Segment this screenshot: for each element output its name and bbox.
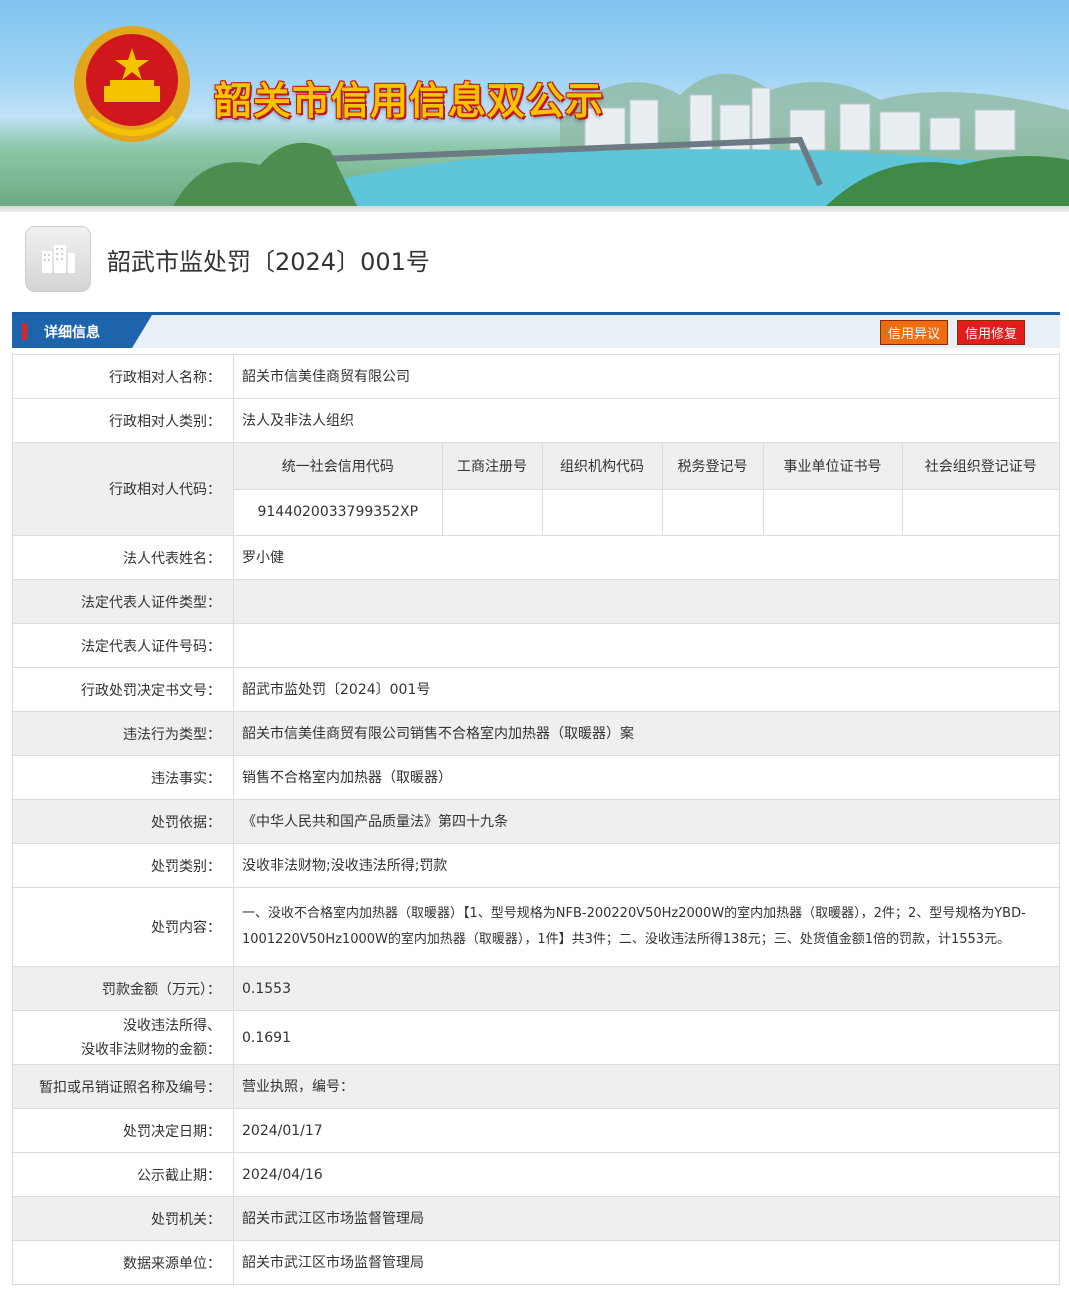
table-row: 公示截止期： 2024/04/16: [12, 1152, 1060, 1197]
row-label: 法人代表姓名：: [12, 535, 234, 580]
credit-dispute-button[interactable]: 信用异议: [880, 320, 949, 345]
row-label-line: 没收非法财物的金额：: [81, 1041, 221, 1058]
row-label: 行政相对人名称：: [12, 354, 234, 399]
row-label: 处罚机关：: [12, 1196, 234, 1241]
code-header: 工商注册号: [441, 443, 543, 490]
row-value: 罗小健: [233, 535, 1060, 580]
table-row: 法定代表人证件类型：: [12, 579, 1060, 624]
code-header: 事业单位证书号: [762, 443, 903, 490]
row-label: 暂扣或吊销证照名称及编号：: [12, 1064, 234, 1109]
row-label: 处罚决定日期：: [12, 1108, 234, 1153]
document-header: 韶武市监处罚〔2024〕001号: [25, 225, 430, 293]
row-label: 罚款金额（万元）：: [12, 966, 234, 1011]
row-value: 《中华人民共和国产品质量法》第四十九条: [233, 799, 1060, 844]
row-label: 行政相对人类别：: [12, 398, 234, 443]
row-value: 0.1691: [233, 1010, 1060, 1065]
table-row: 处罚决定日期： 2024/01/17: [12, 1108, 1060, 1153]
site-banner: 韶关市信用信息双公示: [0, 0, 1069, 212]
code-header: 税务登记号: [661, 443, 764, 490]
subject-code-table: 统一社会信用代码 工商注册号 组织机构代码 税务登记号 事业单位证书号 社会组织…: [234, 443, 1059, 535]
code-value-row: 9144020033799352XP: [234, 488, 1059, 535]
row-label: 数据来源单位：: [12, 1240, 234, 1285]
row-label-line: 没收违法所得、: [123, 1017, 221, 1034]
row-value: 韶关市武江区市场监督管理局: [233, 1240, 1060, 1285]
code-header: 统一社会信用代码: [234, 443, 443, 490]
row-label: 违法事实：: [12, 755, 234, 800]
row-value: 法人及非法人组织: [233, 398, 1060, 443]
table-row-subject-code: 行政相对人代码： 统一社会信用代码 工商注册号 组织机构代码 税务登记号 事业单…: [12, 442, 1060, 536]
table-row: 行政处罚决定书文号： 韶武市监处罚〔2024〕001号: [12, 667, 1060, 712]
row-label: 处罚依据：: [12, 799, 234, 844]
code-header-row: 统一社会信用代码 工商注册号 组织机构代码 税务登记号 事业单位证书号 社会组织…: [234, 443, 1059, 490]
row-value: 韶关市武江区市场监督管理局: [233, 1196, 1060, 1241]
table-row: 法定代表人证件号码：: [12, 623, 1060, 668]
table-row: 法人代表姓名： 罗小健: [12, 535, 1060, 580]
table-row: 行政相对人类别： 法人及非法人组织: [12, 398, 1060, 443]
row-value: 0.1553: [233, 966, 1060, 1011]
code-header: 社会组织登记证号: [901, 443, 1059, 490]
code-value: 9144020033799352XP: [234, 488, 443, 535]
table-row: 处罚类别： 没收非法财物;没收违法所得;罚款: [12, 843, 1060, 888]
table-row: 行政相对人名称： 韶关市信美佳商贸有限公司: [12, 354, 1060, 399]
banner-divider: [0, 206, 1069, 212]
table-row: 处罚机关： 韶关市武江区市场监督管理局: [12, 1196, 1060, 1241]
table-row: 数据来源单位： 韶关市武江区市场监督管理局: [12, 1240, 1060, 1285]
code-value: [901, 488, 1059, 535]
row-value: 没收非法财物;没收违法所得;罚款: [233, 843, 1060, 888]
row-label: 行政处罚决定书文号：: [12, 667, 234, 712]
table-row: 违法行为类型： 韶关市信美佳商贸有限公司销售不合格室内加热器（取暖器）案: [12, 711, 1060, 756]
detail-table: 行政相对人名称： 韶关市信美佳商贸有限公司 行政相对人类别： 法人及非法人组织 …: [12, 354, 1060, 1285]
table-row: 处罚内容： 一、没收不合格室内加热器（取暖器）【1、型号规格为NFB-20022…: [12, 887, 1060, 967]
subject-code-cell: 统一社会信用代码 工商注册号 组织机构代码 税务登记号 事业单位证书号 社会组织…: [233, 442, 1060, 536]
building-icon: [25, 226, 91, 292]
row-value: 一、没收不合格室内加热器（取暖器）【1、型号规格为NFB-200220V50Hz…: [233, 887, 1060, 967]
row-label: 处罚类别：: [12, 843, 234, 888]
site-title: 韶关市信用信息双公示: [214, 79, 605, 123]
code-value: [762, 488, 903, 535]
section-tab-detail: 详细信息: [12, 315, 152, 348]
row-label: 没收违法所得、 没收非法财物的金额：: [12, 1010, 234, 1065]
section-marker: [22, 323, 27, 340]
table-row: 暂扣或吊销证照名称及编号： 营业执照，编号：: [12, 1064, 1060, 1109]
code-header: 组织机构代码: [541, 443, 663, 490]
row-value: 2024/01/17: [233, 1108, 1060, 1153]
row-label: 违法行为类型：: [12, 711, 234, 756]
credit-repair-button[interactable]: 信用修复: [957, 320, 1026, 345]
code-value: [541, 488, 663, 535]
table-row: 违法事实： 销售不合格室内加热器（取暖器）: [12, 755, 1060, 800]
row-value: 韶关市信美佳商贸有限公司销售不合格室内加热器（取暖器）案: [233, 711, 1060, 756]
code-value: [441, 488, 543, 535]
page-title: 韶武市监处罚〔2024〕001号: [107, 247, 430, 276]
table-row: 没收违法所得、 没收非法财物的金额： 0.1691: [12, 1010, 1060, 1065]
row-value: 韶关市信美佳商贸有限公司: [233, 354, 1060, 399]
national-emblem-icon: [74, 26, 190, 142]
row-value: 2024/04/16: [233, 1152, 1060, 1197]
code-value: [661, 488, 764, 535]
row-label: 处罚内容：: [12, 887, 234, 967]
detail-section-bar: 详细信息 信用异议 信用修复: [12, 312, 1060, 348]
row-label: 法定代表人证件号码：: [12, 623, 234, 668]
row-label: 公示截止期：: [12, 1152, 234, 1197]
table-row: 处罚依据： 《中华人民共和国产品质量法》第四十九条: [12, 799, 1060, 844]
table-row: 罚款金额（万元）： 0.1553: [12, 966, 1060, 1011]
row-value: 营业执照，编号：: [233, 1064, 1060, 1109]
row-value: [233, 623, 1060, 668]
row-label: 行政相对人代码：: [12, 442, 234, 536]
row-value: [233, 579, 1060, 624]
section-label: 详细信息: [44, 324, 100, 341]
row-value: 销售不合格室内加热器（取暖器）: [233, 755, 1060, 800]
row-label: 法定代表人证件类型：: [12, 579, 234, 624]
row-value: 韶武市监处罚〔2024〕001号: [233, 667, 1060, 712]
